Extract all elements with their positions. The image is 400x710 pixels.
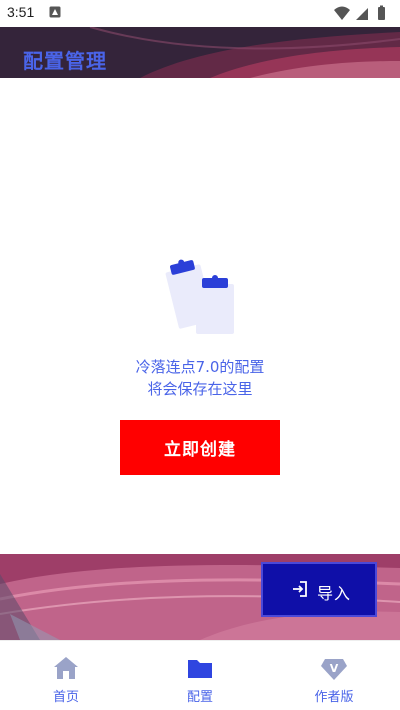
svg-text:V: V	[330, 662, 339, 675]
login-arrow-icon	[293, 581, 307, 597]
empty-state-message: 冷落连点7.0的配置 将会保存在这里	[0, 356, 400, 400]
nav-label-home: 首页	[52, 690, 79, 705]
nav-item-config[interactable]: 配置	[140, 641, 260, 710]
home-icon	[54, 657, 78, 679]
battery-icon	[378, 5, 385, 20]
import-button[interactable]: 导入	[261, 562, 377, 617]
screen: 3:51 配置管理 冷落连点7.0的配置 将会保存在这里 立即创建 导入 首页 …	[0, 0, 400, 710]
import-label: 导入	[317, 584, 352, 603]
app-header: 配置管理	[0, 27, 400, 78]
page-title: 配置管理	[23, 49, 107, 73]
status-bar: 3:51	[0, 0, 400, 27]
signal-icon	[356, 8, 368, 20]
nav-item-author[interactable]: V 作者版	[274, 641, 394, 710]
nav-label-author: 作者版	[314, 690, 354, 705]
nav-label-config: 配置	[186, 690, 213, 705]
clipboard-icon	[165, 259, 234, 334]
empty-state-line-2: 将会保存在这里	[147, 380, 253, 398]
folder-icon	[188, 660, 212, 678]
status-icons	[334, 5, 385, 20]
v-badge-icon: V	[321, 659, 347, 680]
wifi-icon	[334, 6, 350, 20]
create-now-button[interactable]: 立即创建	[120, 420, 280, 475]
empty-state-line-1: 冷落连点7.0的配置	[135, 358, 265, 376]
notification-icon	[49, 6, 61, 18]
status-time: 3:51	[7, 4, 35, 20]
bottom-nav: 首页 配置 V 作者版	[0, 640, 400, 710]
nav-item-home[interactable]: 首页	[6, 641, 126, 710]
